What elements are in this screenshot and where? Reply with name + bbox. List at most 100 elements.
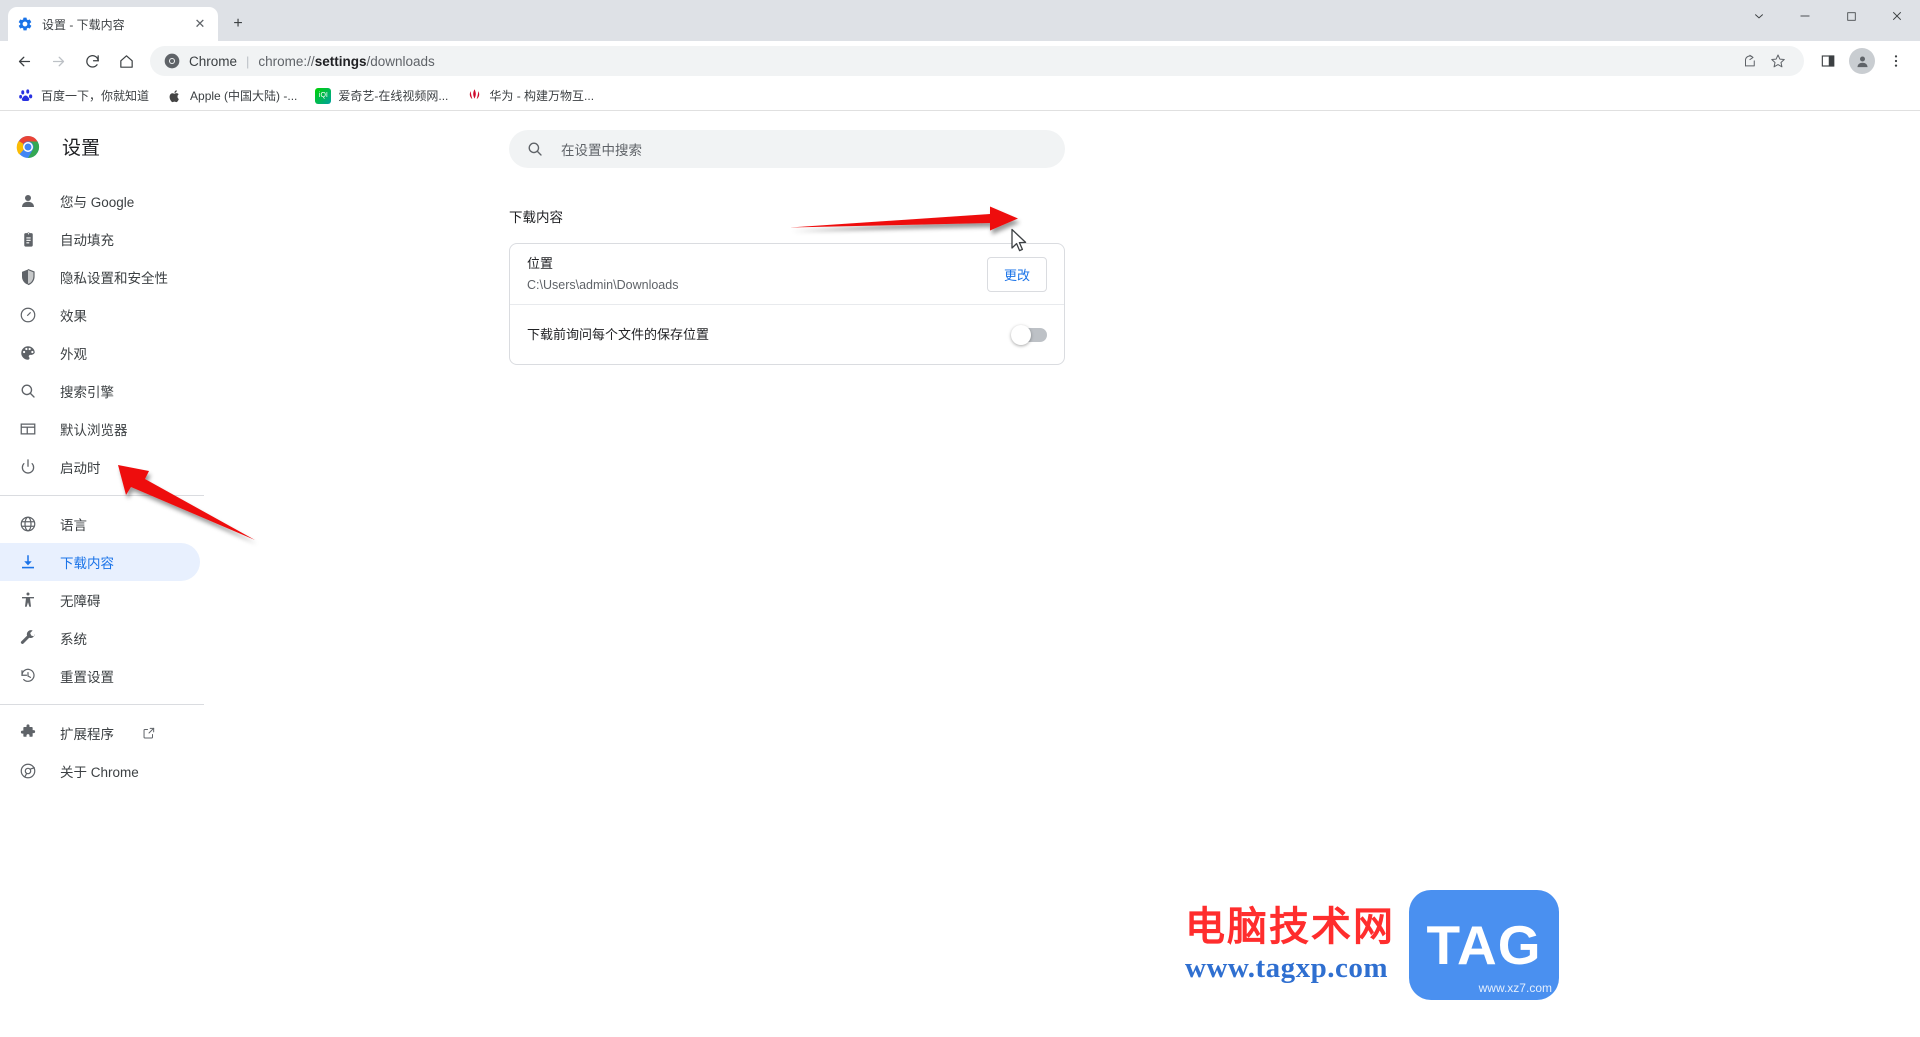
- bookmark-item[interactable]: 百度一下，你就知道: [10, 84, 157, 107]
- ask-where-to-save-toggle[interactable]: [1011, 324, 1047, 345]
- tab-search-icon[interactable]: [1736, 0, 1782, 32]
- search-placeholder: 在设置中搜索: [561, 143, 642, 158]
- minimize-button[interactable]: [1782, 0, 1828, 32]
- sidebar-item-extensions[interactable]: 扩展程序: [0, 714, 200, 752]
- profile-avatar[interactable]: [1846, 45, 1878, 77]
- maximize-button[interactable]: [1828, 0, 1874, 32]
- bookmarks-bar: 百度一下，你就知道 Apple (中国大陆) -... iQI 爱奇艺-在线视频…: [0, 81, 1920, 111]
- palette-icon: [18, 343, 38, 363]
- sidebar-item-autofill[interactable]: 自动填充: [0, 220, 200, 258]
- sidebar-item-performance[interactable]: 效果: [0, 296, 200, 334]
- sidebar-item-you-and-google[interactable]: 您与 Google: [0, 182, 200, 220]
- search-input[interactable]: 在设置中搜索: [509, 130, 1065, 168]
- ask-where-to-save-text: 下载前询问每个文件的保存位置: [527, 325, 1013, 345]
- window-titlebar: 设置 - 下载内容 ✕ +: [0, 0, 1920, 41]
- address-bar[interactable]: Chrome | chrome://settings/downloads: [150, 46, 1804, 76]
- avatar: [1849, 48, 1875, 74]
- apple-icon: [167, 87, 184, 104]
- bookmark-label: 百度一下，你就知道: [41, 89, 150, 103]
- watermark-badge-text: TAG: [1426, 914, 1542, 976]
- sidebar-item-label: 系统: [60, 632, 87, 647]
- settings-sidebar: 设置 您与 Google 自动填充 隐私设置和安全性 效果 外观 搜索引擎 默认…: [0, 111, 204, 1036]
- omnibox-actions: [1738, 49, 1790, 73]
- forward-button[interactable]: [42, 45, 74, 77]
- puzzle-icon: [18, 723, 38, 743]
- omnibox-scheme-label: Chrome: [189, 53, 238, 69]
- side-panel-icon[interactable]: [1812, 45, 1844, 77]
- reload-button[interactable]: [76, 45, 108, 77]
- omnibox-separator: |: [246, 53, 250, 69]
- bookmark-item[interactable]: iQI 爱奇艺-在线视频网...: [307, 84, 456, 107]
- clipboard-icon: [18, 229, 38, 249]
- omnibox-url: chrome://settings/downloads: [258, 54, 434, 69]
- person-icon: [18, 191, 38, 211]
- url-prefix: chrome://: [258, 53, 315, 69]
- browser-tab[interactable]: 设置 - 下载内容 ✕: [8, 7, 218, 41]
- bookmark-label: 华为 - 构建万物互...: [489, 89, 595, 103]
- watermark-badge-subtext: www.xz7.com: [1478, 981, 1552, 995]
- shield-icon: [18, 267, 38, 287]
- sidebar-item-label: 启动时: [60, 461, 101, 476]
- browser-toolbar: Chrome | chrome://settings/downloads: [0, 41, 1920, 81]
- history-restore-icon: [18, 666, 38, 686]
- tab-title: 设置 - 下载内容: [42, 17, 125, 32]
- wrench-icon: [18, 628, 38, 648]
- sidebar-item-label: 扩展程序: [60, 727, 114, 742]
- sidebar-item-privacy-security[interactable]: 隐私设置和安全性: [0, 258, 200, 296]
- download-location-text: 位置 C:\Users\admin\Downloads: [527, 254, 987, 295]
- downloads-settings-card: 位置 C:\Users\admin\Downloads 更改 下载前询问每个文件…: [509, 243, 1065, 365]
- bookmark-star-icon[interactable]: [1766, 49, 1790, 73]
- sidebar-item-label: 隐私设置和安全性: [60, 271, 168, 286]
- close-window-button[interactable]: [1874, 0, 1920, 32]
- sidebar-item-label: 效果: [60, 309, 87, 324]
- sidebar-item-about-chrome[interactable]: 关于 Chrome: [0, 752, 200, 790]
- sidebar-item-default-browser[interactable]: 默认浏览器: [0, 410, 200, 448]
- watermark-tag-badge: TAG www.xz7.com: [1409, 890, 1559, 1000]
- chrome-menu-button[interactable]: [1880, 45, 1912, 77]
- sidebar-divider: [0, 704, 204, 705]
- download-location-path: C:\Users\admin\Downloads: [527, 277, 679, 292]
- url-suffix: /downloads: [366, 53, 435, 69]
- sidebar-item-label: 搜索引擎: [60, 385, 114, 400]
- sidebar-item-label: 外观: [60, 347, 87, 362]
- sidebar-item-accessibility[interactable]: 无障碍: [0, 581, 200, 619]
- settings-page: 设置 您与 Google 自动填充 隐私设置和安全性 效果 外观 搜索引擎 默认…: [0, 111, 1920, 1036]
- globe-icon: [18, 514, 38, 534]
- search-icon: [18, 381, 38, 401]
- sidebar-item-reset-settings[interactable]: 重置设置: [0, 657, 200, 695]
- url-bold: settings: [314, 53, 367, 69]
- sidebar-item-on-startup[interactable]: 启动时: [0, 448, 200, 486]
- huawei-icon: [466, 87, 483, 104]
- sidebar-item-languages[interactable]: 语言: [0, 505, 200, 543]
- speedometer-icon: [18, 305, 38, 325]
- download-location-label: 位置: [527, 255, 554, 271]
- sidebar-item-label: 自动填充: [60, 233, 114, 248]
- bookmark-item[interactable]: Apple (中国大陆) -...: [159, 84, 305, 107]
- sidebar-item-label: 重置设置: [60, 670, 114, 685]
- power-icon: [18, 457, 38, 477]
- back-button[interactable]: [8, 45, 40, 77]
- share-icon[interactable]: [1738, 49, 1762, 73]
- external-link-icon: [142, 726, 156, 740]
- settings-brand: 设置: [0, 111, 204, 182]
- sidebar-item-label: 语言: [60, 518, 87, 533]
- new-tab-button[interactable]: +: [224, 10, 252, 38]
- sidebar-item-label: 关于 Chrome: [60, 765, 139, 780]
- home-button[interactable]: [110, 45, 142, 77]
- page-title: 下载内容: [509, 210, 563, 225]
- chrome-logo-icon: [16, 135, 40, 159]
- change-location-button[interactable]: 更改: [986, 256, 1047, 292]
- tab-close-icon[interactable]: ✕: [191, 15, 209, 33]
- download-icon: [18, 552, 38, 572]
- bookmark-label: Apple (中国大陆) -...: [190, 89, 298, 103]
- bookmark-item[interactable]: 华为 - 构建万物互...: [458, 84, 602, 107]
- sidebar-item-appearance[interactable]: 外观: [0, 334, 200, 372]
- download-location-row: 位置 C:\Users\admin\Downloads 更改: [510, 244, 1064, 304]
- settings-content: 在设置中搜索 下载内容 位置 C:\Users\admin\Downloads …: [204, 111, 1920, 1036]
- sidebar-item-system[interactable]: 系统: [0, 619, 200, 657]
- baidu-icon: [18, 87, 34, 104]
- sidebar-item-downloads[interactable]: 下载内容: [0, 543, 200, 581]
- settings-gear-favicon-icon: [17, 16, 33, 32]
- sidebar-item-label: 下载内容: [60, 556, 114, 571]
- sidebar-item-search-engine[interactable]: 搜索引擎: [0, 372, 200, 410]
